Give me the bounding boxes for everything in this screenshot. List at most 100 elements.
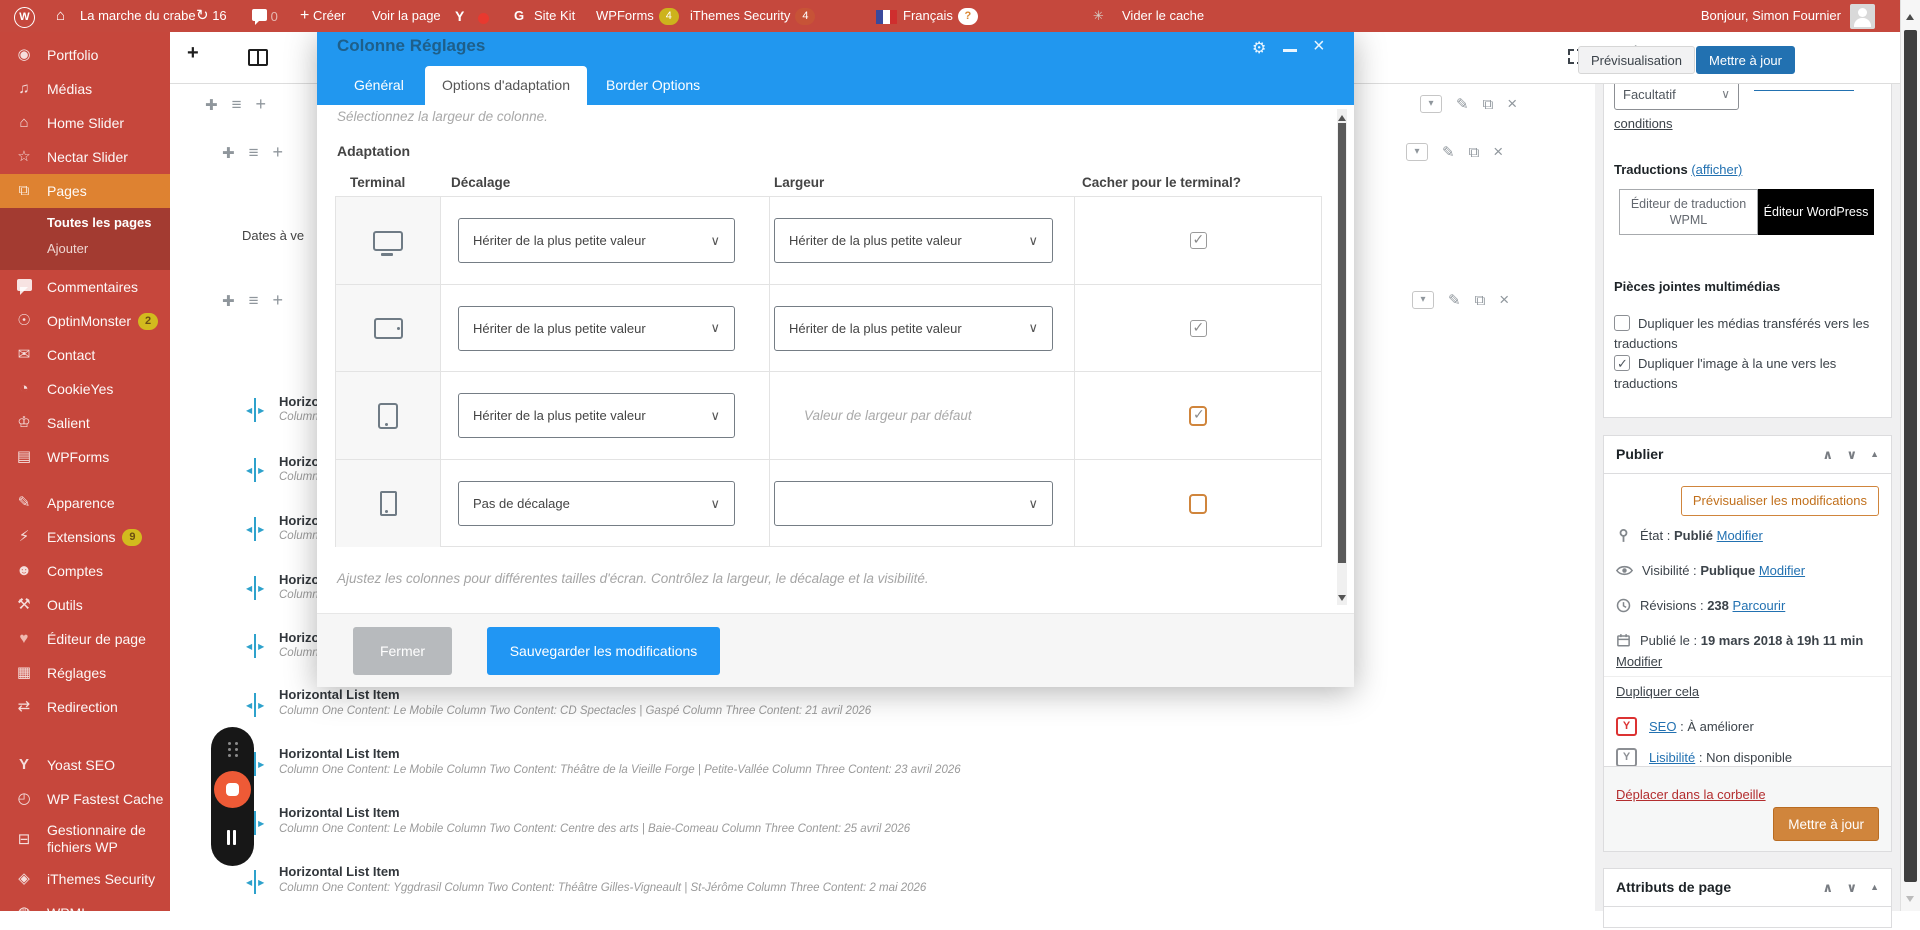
clear-cache-link[interactable]: Vider le cache (1122, 0, 1204, 32)
wpforms-link[interactable]: WPForms4 (596, 0, 679, 32)
new-content-link[interactable]: + Créer (300, 0, 345, 32)
sidebar-item-wpforms[interactable]: ▤WPForms (0, 440, 170, 474)
wordpress-logo-icon[interactable]: W (14, 0, 35, 32)
sidebar-item-outils[interactable]: ⚒Outils (0, 588, 170, 622)
move-up-icon[interactable]: ∧ (1822, 436, 1833, 473)
sidebar-item-reglages[interactable]: ▦Réglages (0, 656, 170, 690)
optional-select[interactable]: Facultatif∨ (1614, 83, 1739, 110)
sidebar-item-comptes[interactable]: ☻Comptes (0, 554, 170, 588)
scroll-down-icon[interactable] (1338, 595, 1346, 605)
drag-dots-icon[interactable] (228, 742, 231, 745)
submenu-add-page[interactable]: Ajouter (47, 236, 170, 262)
sidebar-item-redirection[interactable]: ⇄Redirection (0, 690, 170, 724)
duplicate-media-checkbox[interactable] (1614, 315, 1630, 331)
move-down-icon[interactable]: ∨ (1846, 436, 1857, 473)
sitekit-link[interactable]: Site Kit (534, 0, 575, 32)
home-icon[interactable]: ⌂ (56, 0, 65, 32)
comments-link[interactable]: 0 (252, 0, 278, 32)
drag-handle[interactable]: ◀▶ (246, 458, 264, 482)
drag-handle[interactable]: ◀▶ (246, 517, 264, 541)
readability-link[interactable]: Lisibilité (1649, 750, 1695, 765)
row-menu-icon[interactable]: ≡ (249, 143, 259, 163)
site-name-link[interactable]: La marche du crabe (80, 0, 196, 32)
sidebar-item-medias[interactable]: ♫Médias (0, 72, 170, 106)
avatar[interactable] (1850, 4, 1875, 29)
pause-recording-button[interactable] (227, 830, 230, 845)
modal-minimize-icon[interactable] (1283, 49, 1297, 52)
sidebar-item-wpml[interactable]: ◍WPML (0, 896, 170, 930)
sidebar-item-file-manager[interactable]: ⊟Gestionnaire de fichiers WP (0, 816, 170, 862)
ithemes-link[interactable]: iThemes Security4 (690, 0, 815, 32)
save-changes-button[interactable]: Sauvegarder les modifications (487, 627, 720, 675)
row-menu-icon[interactable]: ≡ (249, 291, 259, 311)
conditions-link[interactable]: conditions (1614, 116, 1673, 131)
tab-border-options[interactable]: Border Options (589, 66, 717, 105)
move-to-trash-link[interactable]: Déplacer dans la corbeille (1616, 787, 1766, 802)
hide-checkbox-desktop[interactable] (1190, 232, 1207, 249)
collapse-icon[interactable]: ▲ (1870, 869, 1879, 906)
modal-gear-icon[interactable]: ⚙ (1252, 38, 1266, 58)
scroll-thumb[interactable] (1904, 30, 1917, 882)
toggle-caret-icon[interactable]: ▾ (1406, 143, 1428, 161)
move-row-icon[interactable]: ✚ (222, 144, 235, 162)
offset-select-phone[interactable]: Pas de décalage∨ (458, 481, 735, 526)
sidebar-item-editeur-de-page[interactable]: ♥Éditeur de page (0, 622, 170, 656)
width-select-tablet-landscape[interactable]: Hériter de la plus petite valeur∨ (774, 306, 1053, 351)
move-row-icon[interactable]: ✚ (205, 96, 218, 114)
clone-icon[interactable]: ⧉ (1469, 144, 1480, 161)
sidebar-item-comments[interactable]: Commentaires (0, 270, 170, 304)
sidebar-item-contact[interactable]: ✉Contact (0, 338, 170, 372)
hide-checkbox-tablet-landscape[interactable] (1190, 320, 1207, 337)
offset-select-desktop[interactable]: Hériter de la plus petite valeur∨ (458, 218, 735, 263)
page-attributes-header[interactable]: Attributs de page ∧ ∨ ▲ (1604, 869, 1891, 907)
sidebar-item-home-slider[interactable]: ⌂Home Slider (0, 106, 170, 140)
scroll-down-icon[interactable] (1906, 896, 1914, 906)
sidebar-item-cookieyes[interactable]: ◔CookieYes (0, 372, 170, 406)
yoast-icon[interactable]: Y (455, 0, 464, 32)
sidebar-item-optinmonster[interactable]: ☉OptinMonster2 (0, 304, 170, 338)
sidebar-item-yoast-seo[interactable]: YYoast SEO (0, 748, 170, 782)
modify-date-link[interactable]: Modifier (1616, 654, 1662, 669)
drag-handle[interactable]: ◀▶ (246, 576, 264, 600)
sidebar-item-salient[interactable]: ♔Salient (0, 406, 170, 440)
edit-icon[interactable]: ✎ (1442, 143, 1455, 161)
edit-icon[interactable]: ✎ (1456, 95, 1469, 113)
update-button[interactable]: Mettre à jour (1773, 807, 1879, 841)
drag-handle[interactable]: ◀▶ (246, 634, 264, 658)
translations-toggle-link[interactable]: (afficher) (1691, 162, 1742, 177)
browser-scrollbar[interactable] (1900, 0, 1920, 911)
modal-close-icon[interactable]: × (1313, 35, 1325, 58)
duplicate-link[interactable]: Dupliquer cela (1616, 684, 1699, 699)
duplicate-featured-image-checkbox[interactable] (1614, 355, 1630, 371)
modify-status-link[interactable]: Modifier (1717, 528, 1763, 543)
stop-recording-button[interactable] (214, 771, 251, 808)
updates-link[interactable]: ↻ 16 (196, 0, 227, 32)
scroll-thumb[interactable] (1338, 123, 1346, 563)
browse-revisions-link[interactable]: Parcourir (1733, 598, 1786, 613)
width-select-desktop[interactable]: Hériter de la plus petite valeur∨ (774, 218, 1053, 263)
publish-panel-header[interactable]: Publier ∧ ∨ ▲ (1604, 436, 1891, 474)
delete-icon[interactable]: × (1507, 94, 1517, 114)
add-row-icon[interactable]: + (273, 142, 284, 163)
tab-adaptation-options[interactable]: Options d'adaptation (425, 66, 587, 105)
submenu-all-pages[interactable]: Toutes les pages (47, 210, 170, 236)
delete-icon[interactable]: × (1493, 142, 1503, 162)
sidebar-item-apparence[interactable]: ✎Apparence (0, 486, 170, 520)
language-link[interactable]: Français? (876, 0, 978, 32)
sidebar-item-extensions[interactable]: ⚡Extensions9 (0, 520, 170, 554)
add-row-icon[interactable]: + (256, 94, 267, 115)
sidebar-item-wp-fastest-cache[interactable]: ◴WP Fastest Cache (0, 782, 170, 816)
modal-scrollbar[interactable] (1337, 109, 1347, 605)
tab-general[interactable]: Général (337, 66, 421, 105)
width-select-phone[interactable]: ∨ (774, 481, 1053, 526)
sidebar-item-portfolio[interactable]: ◉Portfolio (0, 38, 170, 72)
user-greeting[interactable]: Bonjour, Simon Fournier (1701, 0, 1841, 32)
toggle-caret-icon[interactable]: ▾ (1412, 291, 1434, 309)
wpml-editor-button[interactable]: Éditeur de traduction WPML (1619, 189, 1758, 235)
drag-handle[interactable]: ◀▶ (246, 693, 264, 717)
sidebar-item-nectar-slider[interactable]: ☆Nectar Slider (0, 140, 170, 174)
add-block-button[interactable]: + (187, 42, 199, 65)
collapse-icon[interactable]: ▲ (1870, 436, 1879, 473)
add-row-icon[interactable]: + (273, 290, 284, 311)
scroll-up-icon[interactable] (1906, 10, 1914, 20)
